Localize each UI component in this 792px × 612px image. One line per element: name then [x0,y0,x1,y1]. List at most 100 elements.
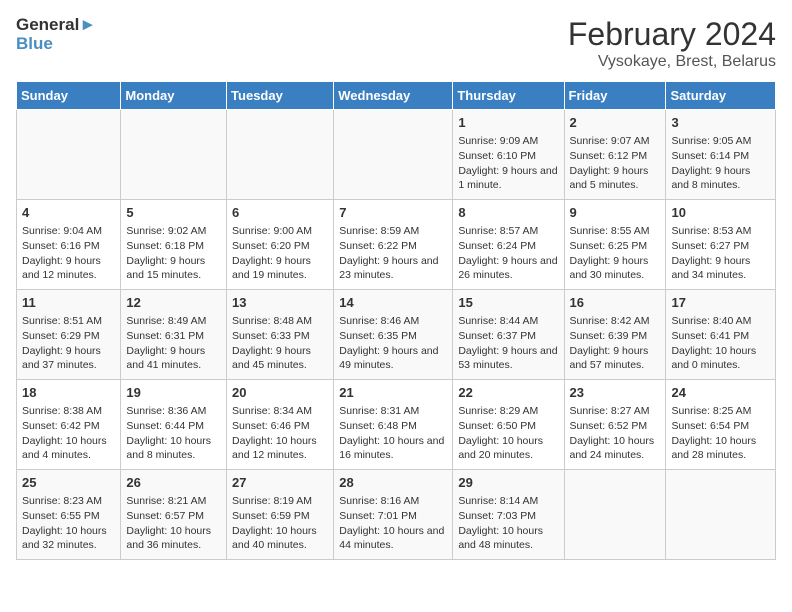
calendar-day-cell: 7 Sunrise: 8:59 AMSunset: 6:22 PMDaylight… [334,200,453,290]
day-number: 16 [570,294,661,312]
calendar-day-cell: 11 Sunrise: 8:51 AMSunset: 6:29 PMDayligh… [17,290,121,380]
header-sunday: Sunday [17,82,121,110]
day-info: Sunrise: 9:07 AMSunset: 6:12 PMDaylight:… [570,134,661,193]
day-info: Sunrise: 8:48 AMSunset: 6:33 PMDaylight:… [232,314,328,373]
calendar-week-row: 18Sunrise: 8:38 AMSunset: 6:42 PMDayligh… [17,380,776,470]
day-info: Sunrise: 8:21 AMSunset: 6:57 PMDaylight:… [126,494,221,553]
day-info: Sunrise: 8:59 AMSunset: 6:22 PMDaylight:… [339,224,447,283]
day-info: Sunrise: 8:19 AMSunset: 6:59 PMDaylight:… [232,494,328,553]
calendar-day-cell: 16 Sunrise: 8:42 AMSunset: 6:39 PMDayligh… [564,290,666,380]
day-info: Sunrise: 8:27 AMSunset: 6:52 PMDaylight:… [570,404,661,463]
calendar-day-cell [121,110,227,200]
calendar-table: SundayMondayTuesdayWednesdayThursdayFrid… [16,81,776,560]
header-saturday: Saturday [666,82,776,110]
day-number: 8 [458,204,558,222]
calendar-day-cell: 17 Sunrise: 8:40 AMSunset: 6:41 PMDayligh… [666,290,776,380]
calendar-day-cell: 26 Sunrise: 8:21 AMSunset: 6:57 PMDayligh… [121,470,227,560]
day-info: Sunrise: 8:57 AMSunset: 6:24 PMDaylight:… [458,224,558,283]
calendar-day-cell: 19Sunrise: 8:36 AMSunset: 6:44 PMDayligh… [121,380,227,470]
day-number: 24 [671,384,770,402]
calendar-day-cell: 22 Sunrise: 8:29 AMSunset: 6:50 PMDayligh… [453,380,564,470]
day-number: 26 [126,474,221,492]
day-info: Sunrise: 9:00 AMSunset: 6:20 PMDaylight:… [232,224,328,283]
calendar-day-cell [17,110,121,200]
calendar-day-cell: 15 Sunrise: 8:44 AMSunset: 6:37 PMDayligh… [453,290,564,380]
day-number: 29 [458,474,558,492]
calendar-day-cell: 14 Sunrise: 8:46 AMSunset: 6:35 PMDayligh… [334,290,453,380]
day-number: 22 [458,384,558,402]
logo: General► Blue [16,16,96,53]
day-info: Sunrise: 8:25 AMSunset: 6:54 PMDaylight:… [671,404,770,463]
calendar-week-row: 1 Sunrise: 9:09 AMSunset: 6:10 PMDaylight… [17,110,776,200]
day-info: Sunrise: 9:09 AMSunset: 6:10 PMDaylight:… [458,134,558,193]
calendar-day-cell [666,470,776,560]
calendar-header-row: SundayMondayTuesdayWednesdayThursdayFrid… [17,82,776,110]
calendar-day-cell: 21Sunrise: 8:31 AMSunset: 6:48 PMDayligh… [334,380,453,470]
day-number: 18 [22,384,115,402]
day-info: Sunrise: 8:34 AMSunset: 6:46 PMDaylight:… [232,404,328,463]
calendar-day-cell: 6 Sunrise: 9:00 AMSunset: 6:20 PMDaylight… [227,200,334,290]
day-number: 6 [232,204,328,222]
header-friday: Friday [564,82,666,110]
day-info: Sunrise: 8:14 AMSunset: 7:03 PMDaylight:… [458,494,558,553]
day-info: Sunrise: 8:16 AMSunset: 7:01 PMDaylight:… [339,494,447,553]
day-info: Sunrise: 8:51 AMSunset: 6:29 PMDaylight:… [22,314,115,373]
calendar-day-cell: 27 Sunrise: 8:19 AMSunset: 6:59 PMDayligh… [227,470,334,560]
calendar-day-cell: 2 Sunrise: 9:07 AMSunset: 6:12 PMDaylight… [564,110,666,200]
calendar-day-cell: 5 Sunrise: 9:02 AMSunset: 6:18 PMDaylight… [121,200,227,290]
calendar-day-cell: 28Sunrise: 8:16 AMSunset: 7:01 PMDayligh… [334,470,453,560]
calendar-day-cell: 8 Sunrise: 8:57 AMSunset: 6:24 PMDaylight… [453,200,564,290]
day-number: 9 [570,204,661,222]
location-subtitle: Vysokaye, Brest, Belarus [568,53,776,71]
calendar-day-cell: 9 Sunrise: 8:55 AMSunset: 6:25 PMDaylight… [564,200,666,290]
day-info: Sunrise: 8:46 AMSunset: 6:35 PMDaylight:… [339,314,447,373]
day-number: 4 [22,204,115,222]
day-number: 20 [232,384,328,402]
day-info: Sunrise: 9:02 AMSunset: 6:18 PMDaylight:… [126,224,221,283]
day-info: Sunrise: 9:04 AMSunset: 6:16 PMDaylight:… [22,224,115,283]
day-info: Sunrise: 8:42 AMSunset: 6:39 PMDaylight:… [570,314,661,373]
calendar-day-cell [227,110,334,200]
calendar-day-cell: 13 Sunrise: 8:48 AMSunset: 6:33 PMDayligh… [227,290,334,380]
day-number: 14 [339,294,447,312]
calendar-day-cell: 10 Sunrise: 8:53 AMSunset: 6:27 PMDayligh… [666,200,776,290]
calendar-day-cell: 3Sunrise: 9:05 AMSunset: 6:14 PMDaylight… [666,110,776,200]
day-info: Sunrise: 8:49 AMSunset: 6:31 PMDaylight:… [126,314,221,373]
day-number: 7 [339,204,447,222]
day-number: 23 [570,384,661,402]
calendar-day-cell: 24 Sunrise: 8:25 AMSunset: 6:54 PMDayligh… [666,380,776,470]
calendar-day-cell: 29 Sunrise: 8:14 AMSunset: 7:03 PMDayligh… [453,470,564,560]
calendar-week-row: 4 Sunrise: 9:04 AMSunset: 6:16 PMDaylight… [17,200,776,290]
day-number: 15 [458,294,558,312]
header-monday: Monday [121,82,227,110]
calendar-week-row: 11 Sunrise: 8:51 AMSunset: 6:29 PMDayligh… [17,290,776,380]
day-info: Sunrise: 8:53 AMSunset: 6:27 PMDaylight:… [671,224,770,283]
day-number: 5 [126,204,221,222]
calendar-day-cell [564,470,666,560]
day-number: 17 [671,294,770,312]
day-info: Sunrise: 8:55 AMSunset: 6:25 PMDaylight:… [570,224,661,283]
day-info: Sunrise: 8:44 AMSunset: 6:37 PMDaylight:… [458,314,558,373]
header-thursday: Thursday [453,82,564,110]
day-number: 21 [339,384,447,402]
calendar-day-cell: 25Sunrise: 8:23 AMSunset: 6:55 PMDayligh… [17,470,121,560]
day-info: Sunrise: 8:40 AMSunset: 6:41 PMDaylight:… [671,314,770,373]
day-number: 27 [232,474,328,492]
calendar-day-cell: 23 Sunrise: 8:27 AMSunset: 6:52 PMDayligh… [564,380,666,470]
calendar-day-cell: 4 Sunrise: 9:04 AMSunset: 6:16 PMDaylight… [17,200,121,290]
day-number: 12 [126,294,221,312]
day-number: 2 [570,114,661,132]
header-tuesday: Tuesday [227,82,334,110]
calendar-day-cell: 12 Sunrise: 8:49 AMSunset: 6:31 PMDayligh… [121,290,227,380]
day-info: Sunrise: 8:29 AMSunset: 6:50 PMDaylight:… [458,404,558,463]
calendar-week-row: 25Sunrise: 8:23 AMSunset: 6:55 PMDayligh… [17,470,776,560]
page-header: General► Blue February 2024 Vysokaye, Br… [16,16,776,71]
day-number: 3 [671,114,770,132]
day-number: 11 [22,294,115,312]
day-number: 19 [126,384,221,402]
calendar-day-cell: 20 Sunrise: 8:34 AMSunset: 6:46 PMDayligh… [227,380,334,470]
calendar-day-cell: 1 Sunrise: 9:09 AMSunset: 6:10 PMDaylight… [453,110,564,200]
day-number: 1 [458,114,558,132]
day-number: 10 [671,204,770,222]
day-number: 13 [232,294,328,312]
